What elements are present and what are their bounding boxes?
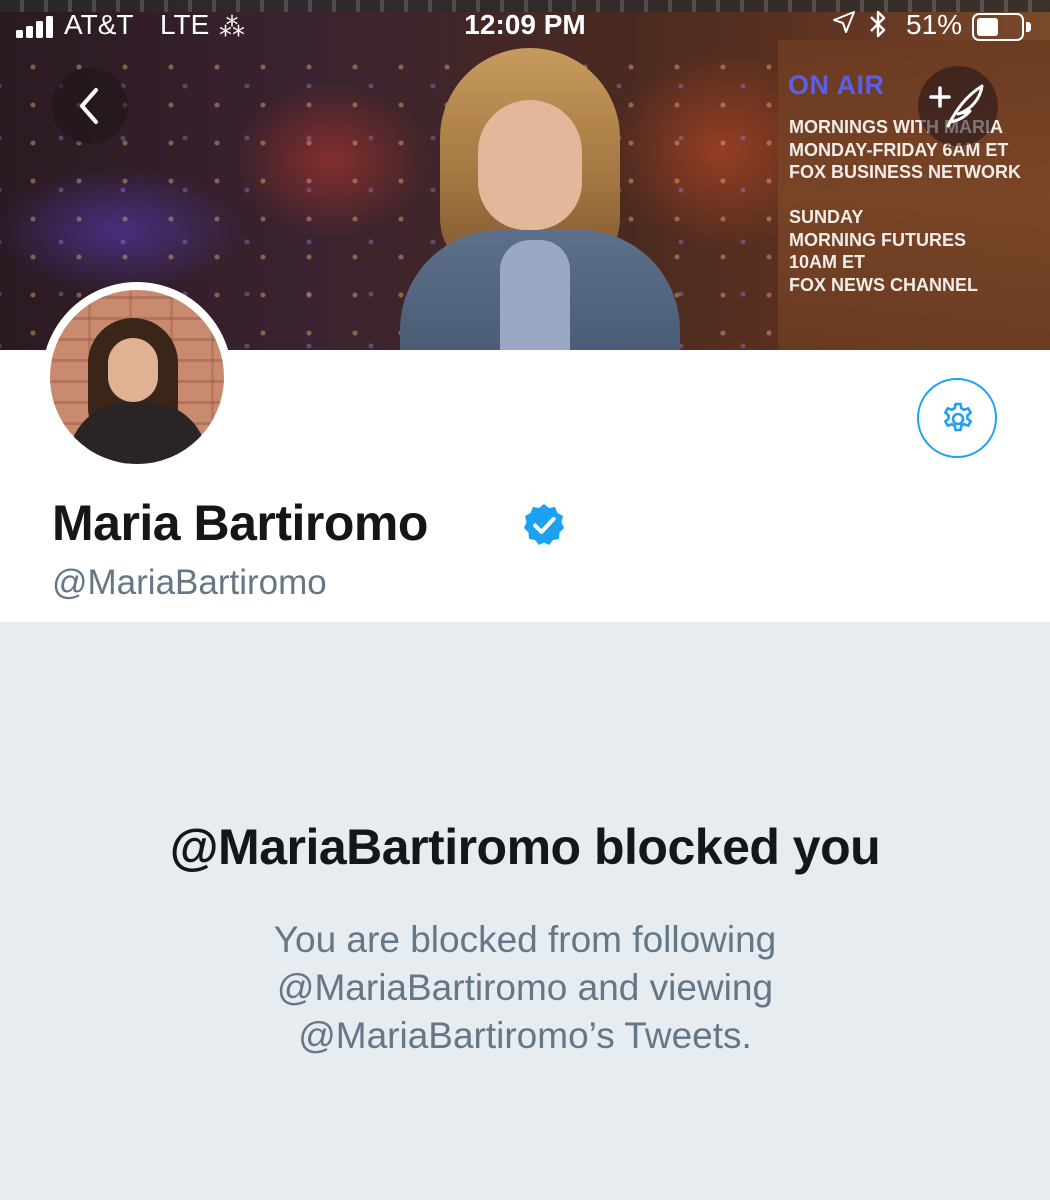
avatar-photo	[50, 290, 224, 464]
blocked-message: You are blocked from following @MariaBar…	[273, 919, 777, 1056]
blocked-title: @MariaBartiromo blocked you	[169, 819, 881, 875]
profile-display-name: Maria Bartiromo	[52, 495, 428, 551]
status-bar: AT&T LTE ⁂ 12:09 PM 51%	[0, 0, 1050, 54]
avatar[interactable]	[42, 282, 232, 472]
back-button[interactable]	[52, 68, 128, 144]
profile-handle: @MariaBartiromo	[52, 563, 327, 602]
bluetooth-icon	[868, 8, 888, 47]
chevron-left-icon	[80, 88, 98, 124]
gear-icon	[944, 402, 972, 432]
clock: 12:09 PM	[464, 9, 586, 40]
presenter-photo	[400, 40, 680, 350]
verified-badge-icon	[524, 504, 564, 545]
profile-settings-button[interactable]	[917, 378, 997, 458]
compose-tweet-button[interactable]	[918, 66, 998, 146]
location-arrow-icon	[832, 10, 856, 41]
on-air-label: ON AIR	[788, 70, 885, 100]
battery-icon	[972, 13, 1031, 41]
compose-feather-icon	[929, 84, 984, 128]
battery-percent: 51%	[906, 9, 963, 40]
